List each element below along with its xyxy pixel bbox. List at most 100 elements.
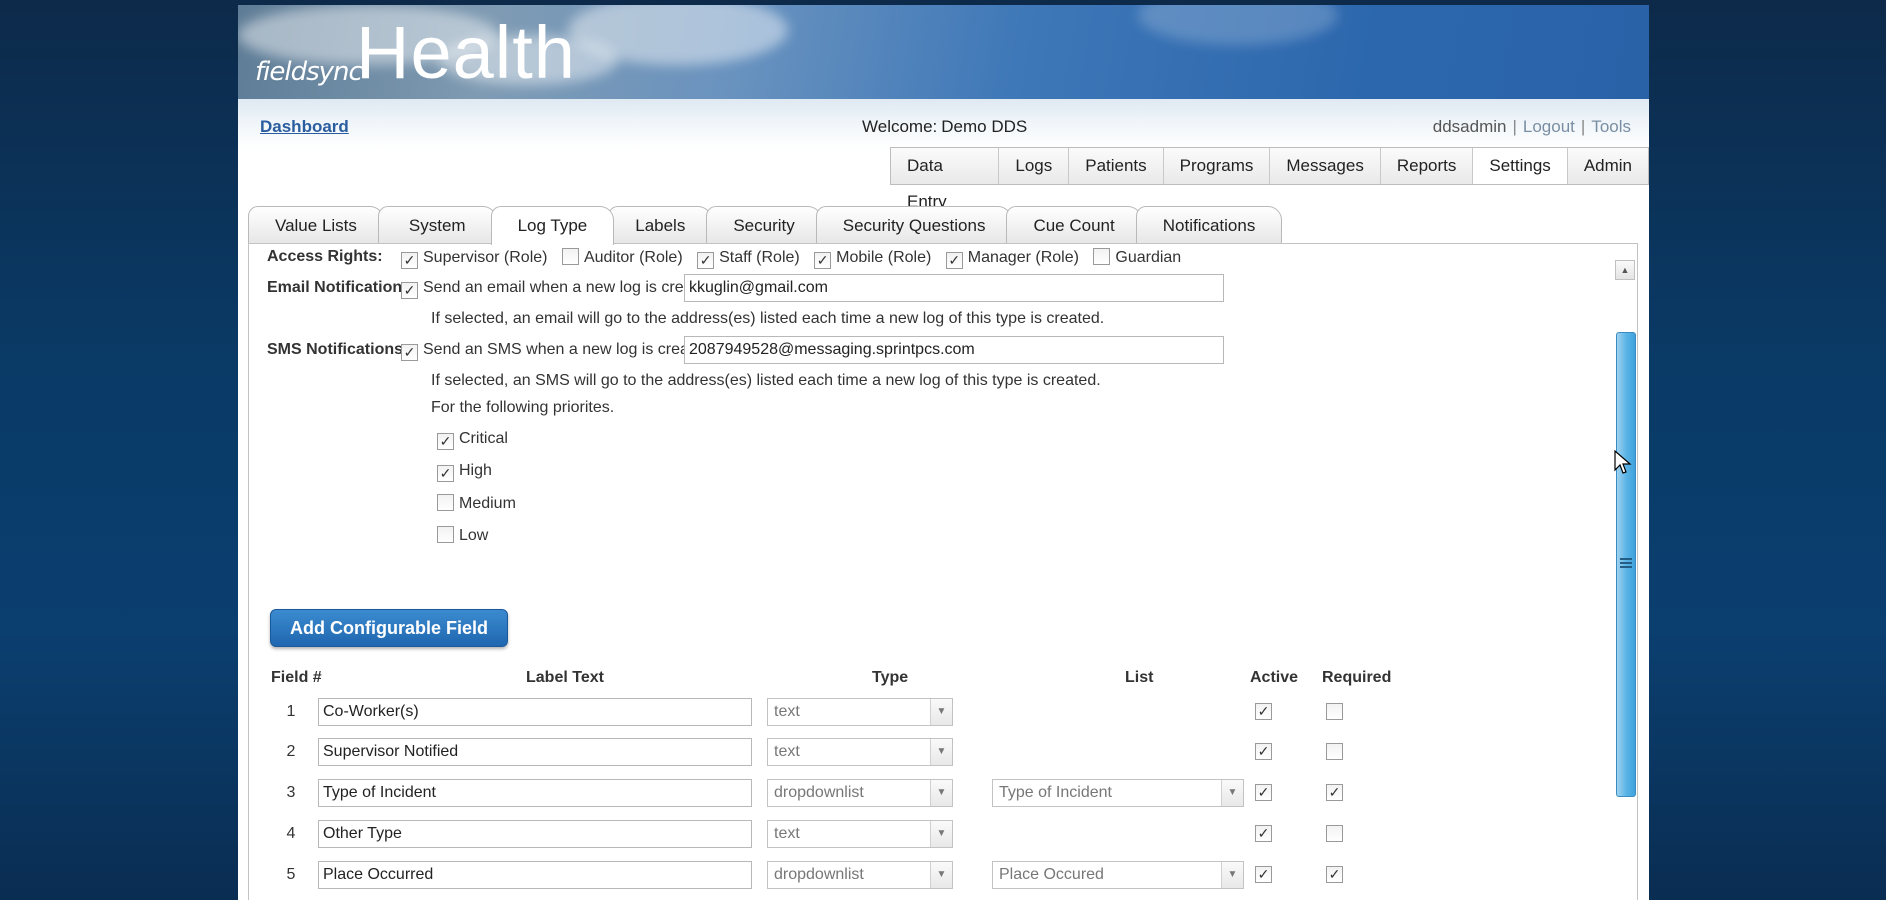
role-guardian[interactable]: Guardian [1093,248,1181,266]
active-checkbox[interactable]: ✓ [1255,703,1272,720]
label-text-input[interactable]: Other Type [318,820,752,848]
tab-notifications[interactable]: Notifications [1135,206,1283,244]
check-icon[interactable]: ✓ [814,252,832,269]
role-supervisor[interactable]: ✓ Supervisor (Role) [401,249,548,269]
nav-data-entry[interactable]: Data Entry [891,148,1000,211]
type-select[interactable]: text ▼ [767,698,953,726]
check-icon[interactable]: ✓ [401,282,418,299]
sms-checkbox-row[interactable]: ✓ Send an SMS when a new log is created [401,341,711,361]
active-checkbox[interactable]: ✓ [1255,743,1272,760]
sms-notifications-label: SMS Notifications: [267,341,409,358]
label-text-input[interactable]: Supervisor Notified [318,738,752,766]
scroll-up-icon[interactable]: ▲ [1615,260,1635,280]
tab-security-questions[interactable]: Security Questions [815,206,1013,244]
tab-system[interactable]: System [377,206,497,244]
role-manager[interactable]: ✓ Manager (Role) [945,249,1079,269]
row-number: 1 [286,703,296,720]
chevron-down-icon: ▼ [930,739,952,765]
welcome-message: Welcome: Demo DDS [858,117,1027,137]
checkbox-empty[interactable] [1093,248,1111,265]
type-select[interactable]: text ▼ [767,738,953,766]
logout-link[interactable]: Logout [1523,117,1575,136]
required-checkbox[interactable] [1326,703,1343,720]
nav-logs[interactable]: Logs [999,148,1070,184]
active-checkbox[interactable]: ✓ [1255,866,1272,883]
email-help-text: If selected, an email will go to the add… [431,310,1105,327]
priority-critical[interactable]: ✓ Critical [437,430,508,450]
required-checkbox[interactable]: ✓ [1326,784,1343,801]
active-checkbox[interactable]: ✓ [1255,784,1272,801]
priority-label: Low [459,527,489,544]
priority-high[interactable]: ✓ High [437,462,492,482]
nav-programs[interactable]: Programs [1163,148,1271,184]
role-label: Supervisor (Role) [423,249,548,266]
checkbox-empty[interactable] [561,248,579,265]
row-number: 2 [286,743,296,760]
separator: | [1512,117,1517,136]
nav-admin[interactable]: Admin [1567,148,1648,184]
label-text-input[interactable]: Place Occurred [318,861,752,889]
grip-icon [1620,558,1632,568]
app-window: fieldsync Health Dashboard Welcome: Demo … [238,5,1649,900]
tab-security[interactable]: Security [706,206,822,244]
role-auditor[interactable]: Auditor (Role) [561,248,683,266]
priority-medium[interactable]: Medium [437,494,516,513]
banner-cloud [1138,5,1338,45]
active-checkbox[interactable]: ✓ [1255,825,1272,842]
scroll-thumb[interactable] [1616,332,1636,797]
nav-patients[interactable]: Patients [1069,148,1164,184]
role-staff[interactable]: ✓ Staff (Role) [697,249,800,269]
email-checkbox-row[interactable]: ✓ Send an email when a new log is created [401,279,715,299]
mouse-cursor-icon [1614,450,1632,474]
priority-low[interactable]: Low [437,526,488,545]
tab-cue-count[interactable]: Cue Count [1006,206,1142,244]
col-header-list: List [1125,669,1154,686]
nav-messages[interactable]: Messages [1270,148,1381,184]
col-header-required: Required [1322,669,1392,686]
settings-tabs: Value Lists System Log Type Labels Secur… [248,206,1283,245]
required-checkbox[interactable] [1326,743,1343,760]
nav-settings[interactable]: Settings [1473,148,1568,184]
add-configurable-field-button[interactable]: Add Configurable Field [270,609,508,647]
type-value: dropdownlist [774,784,864,801]
tools-link[interactable]: Tools [1591,117,1631,136]
nav-reports[interactable]: Reports [1380,148,1474,184]
checkbox-empty[interactable] [437,494,454,511]
separator: | [1580,117,1586,136]
required-checkbox[interactable] [1326,825,1343,842]
access-rights-roles: ✓ Supervisor (Role) Auditor (Role) ✓ Staff… [401,248,1191,269]
checkbox-empty[interactable] [437,526,454,543]
check-icon[interactable]: ✓ [945,252,963,269]
check-icon[interactable]: ✓ [437,465,454,482]
label-text-input[interactable]: Type of Incident [318,779,752,807]
check-icon[interactable]: ✓ [697,252,715,269]
required-checkbox[interactable]: ✓ [1326,866,1343,883]
tab-labels[interactable]: Labels [608,206,713,244]
list-select[interactable]: Type of Incident ▼ [992,779,1244,807]
type-select[interactable]: text ▼ [767,820,953,848]
type-value: text [774,825,800,842]
role-label: Mobile (Role) [836,249,932,266]
email-address-input[interactable]: kkuglin@gmail.com [684,274,1224,302]
type-select[interactable]: dropdownlist ▼ [767,861,953,889]
sms-address-input[interactable]: 2087949528@messaging.sprintpcs.com [684,336,1224,364]
type-value: dropdownlist [774,866,864,883]
type-value: text [774,703,800,720]
role-mobile[interactable]: ✓ Mobile (Role) [814,249,932,269]
priorities-intro: For the following priorites. [431,399,615,416]
check-icon[interactable]: ✓ [437,433,454,450]
welcome-name: Demo DDS [941,117,1028,136]
row-number: 4 [286,825,296,842]
chevron-down-icon: ▼ [1221,862,1243,888]
check-icon[interactable]: ✓ [401,344,418,361]
row-number: 5 [286,866,296,883]
dashboard-link[interactable]: Dashboard [260,117,349,137]
label-text-input[interactable]: Co-Worker(s) [318,698,752,726]
type-select[interactable]: dropdownlist ▼ [767,779,953,807]
main-nav: Data Entry Logs Patients Programs Messag… [890,147,1649,211]
tab-log-type[interactable]: Log Type [490,206,615,245]
check-icon[interactable]: ✓ [401,252,418,269]
tab-value-lists[interactable]: Value Lists [248,206,384,244]
role-label: Staff (Role) [719,249,800,266]
list-select[interactable]: Place Occured ▼ [992,861,1244,889]
